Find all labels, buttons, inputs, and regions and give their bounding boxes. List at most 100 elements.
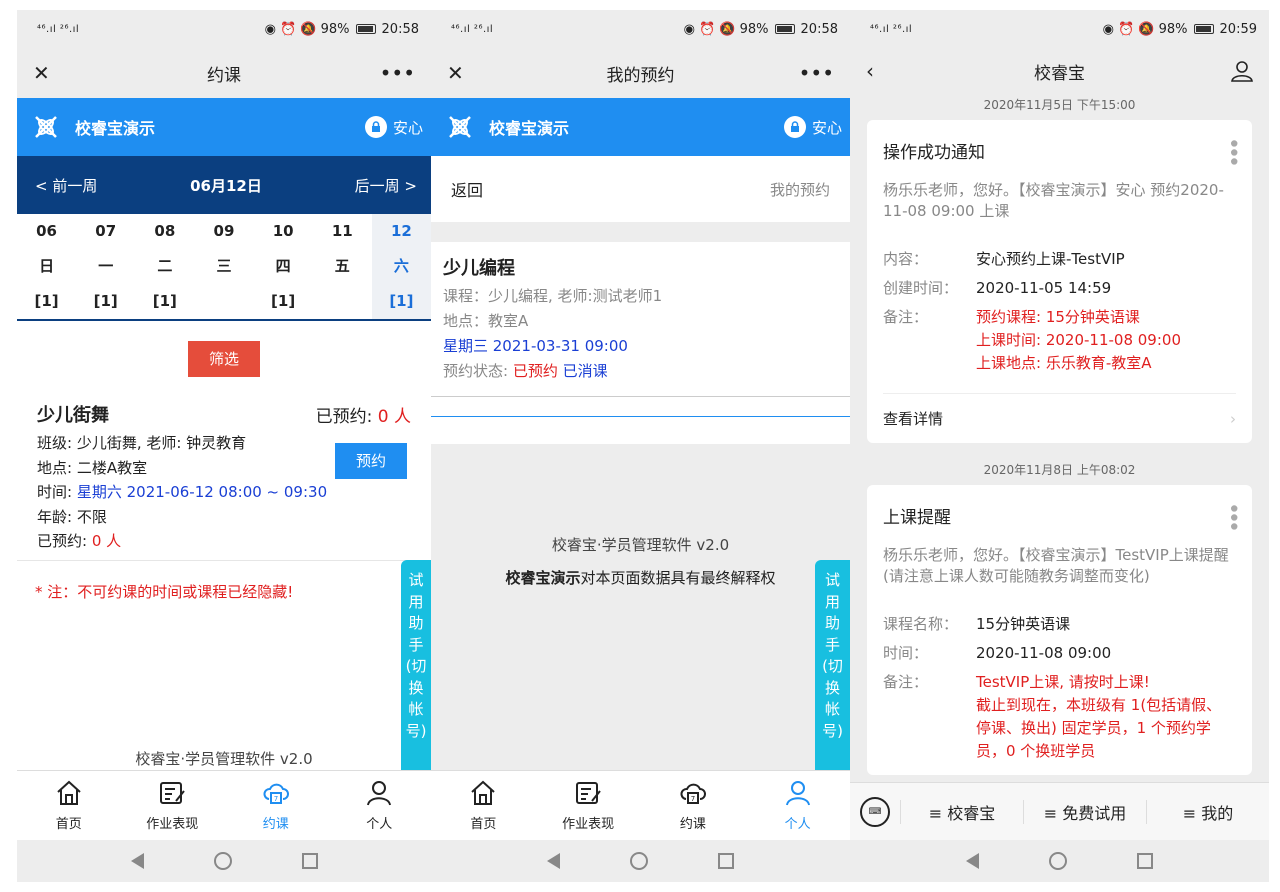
chat-title: 校睿宝 bbox=[1034, 63, 1085, 84]
home-nav-icon[interactable] bbox=[1049, 852, 1067, 870]
back-button[interactable]: 返回 bbox=[451, 177, 483, 201]
recents-icon[interactable] bbox=[718, 853, 734, 869]
view-details-link[interactable]: 查看详情 › bbox=[883, 393, 1236, 443]
day-column[interactable]: 08 二 [1] bbox=[135, 214, 194, 319]
tab-booking[interactable]: 7 约课 bbox=[641, 771, 746, 840]
message-timestamp: 2020年11月8日 上午08:02 bbox=[983, 463, 1136, 477]
next-week-button[interactable]: 后一周 > bbox=[355, 175, 417, 196]
back-icon[interactable] bbox=[547, 853, 560, 869]
tab-booking[interactable]: 7 约课 bbox=[224, 771, 328, 840]
message-timestamp: 2020年11月5日 下午15:00 bbox=[983, 98, 1136, 112]
day-column[interactable]: 10 四 [1] bbox=[254, 214, 313, 319]
recents-icon[interactable] bbox=[301, 853, 318, 869]
logo-icon bbox=[449, 116, 471, 138]
more-icon[interactable]: ••• bbox=[799, 61, 834, 85]
tab-homework[interactable]: 作业表现 bbox=[121, 771, 225, 840]
page-title: 约课 bbox=[207, 65, 241, 86]
battery-percent: 98% bbox=[320, 21, 350, 37]
home-nav-icon[interactable] bbox=[213, 852, 232, 870]
course-datetime: 星期三 2021-03-31 09:00 bbox=[443, 337, 628, 355]
signal-indicator: ⁴⁶.ıl ²⁶.ıl bbox=[870, 23, 913, 35]
status-bar: ⁴⁶.ıl ²⁶.ıl ◉ ⏰ 🔕 98% 20:58 bbox=[431, 10, 850, 48]
current-date: 06月12日 bbox=[190, 176, 262, 195]
homework-icon bbox=[576, 782, 601, 804]
close-icon[interactable]: ✕ bbox=[447, 61, 464, 85]
clock: 20:58 bbox=[800, 21, 838, 37]
battery-icon bbox=[774, 24, 795, 34]
status-icons: ◉ ⏰ 🔕 bbox=[683, 21, 736, 37]
booking-status: 预约状态: 已预约 已消课 bbox=[443, 362, 608, 380]
tab-bar: 首页 作业表现 7 约课 个人 bbox=[431, 770, 850, 840]
back-icon[interactable] bbox=[966, 853, 979, 869]
notification-card[interactable]: 操作成功通知 ••• 杨乐乐老师，您好。【校睿宝演示】安心 预约2020-11-0… bbox=[867, 120, 1252, 443]
book-button[interactable]: 预约 bbox=[335, 443, 407, 479]
wechat-chat-screen: ⁴⁶.ıl ²⁶.ıl ◉ ⏰ 🔕 98% 20:59 ‹ 校睿宝 2020年11月… bbox=[850, 10, 1269, 882]
day-selector: 06 日 [1] 07 一 [1] 08 二 [1] 09 三 10 四 [1] 11 五 12 六[… bbox=[17, 214, 431, 321]
tab-bar: 首页 作业表现 7 约课 个人 bbox=[17, 770, 431, 840]
version-text: 校睿宝·学员管理软件 v2.0 bbox=[551, 536, 730, 554]
brand-bar: 校睿宝演示 安心 bbox=[431, 98, 850, 156]
menu-item[interactable]: ≡ 免费试用 bbox=[1023, 799, 1146, 824]
battery-percent: 98% bbox=[739, 21, 769, 37]
more-vertical-icon[interactable]: ••• bbox=[1220, 137, 1245, 164]
day-column-selected[interactable]: 12 六 [1] bbox=[371, 214, 431, 319]
tab-profile[interactable]: 个人 bbox=[328, 771, 432, 840]
day-column[interactable]: 09 三 bbox=[194, 214, 253, 319]
back-icon[interactable] bbox=[130, 853, 144, 869]
course-age: 年龄: 不限 bbox=[37, 507, 107, 526]
home-icon bbox=[57, 780, 81, 805]
android-nav-bar bbox=[850, 840, 1269, 882]
breadcrumb: 我的预约 bbox=[769, 180, 830, 199]
card-intro: 杨乐乐老师，您好。【校睿宝演示】安心 预约2020-11-08 09:00 上课 bbox=[883, 181, 1224, 220]
user-icon bbox=[367, 781, 392, 806]
chat-menu-bar: ⌨ ≡ 校睿宝 ≡ 免费试用 ≡ 我的 bbox=[850, 782, 1269, 840]
tab-profile[interactable]: 个人 bbox=[745, 771, 850, 840]
cloud-calendar-icon: 7 bbox=[680, 783, 706, 804]
status-bar: ⁴⁶.ıl ²⁶.ıl ◉ ⏰ 🔕 98% 20:58 bbox=[17, 10, 431, 48]
rights-text: 校睿宝演示对本页面数据具有最终解释权 bbox=[505, 569, 776, 587]
recents-icon[interactable] bbox=[1137, 853, 1153, 869]
course-name: 少儿编程 bbox=[443, 258, 515, 279]
brand-name: 校睿宝演示 bbox=[489, 119, 570, 138]
more-vertical-icon[interactable]: ••• bbox=[1220, 502, 1245, 529]
android-nav-bar bbox=[431, 840, 850, 882]
brand-name: 校睿宝演示 bbox=[75, 119, 156, 138]
lock-icon bbox=[783, 116, 806, 138]
tab-homework[interactable]: 作业表现 bbox=[536, 771, 641, 840]
close-icon[interactable]: ✕ bbox=[33, 61, 50, 85]
filter-button[interactable]: 筛选 bbox=[188, 341, 260, 377]
booked-count: 已预约: 0 人 bbox=[315, 406, 411, 427]
day-column[interactable]: 06 日 [1] bbox=[17, 214, 76, 319]
battery-icon bbox=[1193, 24, 1214, 34]
home-nav-icon[interactable] bbox=[630, 852, 648, 870]
android-nav-bar bbox=[17, 840, 431, 882]
more-icon[interactable]: ••• bbox=[380, 61, 415, 85]
menu-item[interactable]: ≡ 校睿宝 bbox=[900, 799, 1023, 824]
lock-icon bbox=[364, 116, 387, 138]
clock: 20:58 bbox=[381, 21, 419, 37]
course-detail: 课程：少儿编程, 老师:测试老师1 bbox=[443, 287, 663, 305]
booking-card[interactable]: 少儿编程 课程：少儿编程, 老师:测试老师1 地点：教室A 星期三 2021-0… bbox=[431, 242, 850, 397]
logo-icon bbox=[35, 116, 57, 138]
course-card: 少儿街舞 已预约: 0 人 班级: 少儿街舞, 老师: 钟灵教育 地点: 二楼A… bbox=[17, 397, 431, 561]
day-column[interactable]: 07 一 [1] bbox=[76, 214, 135, 319]
course-place: 地点：教室A bbox=[443, 312, 529, 330]
prev-week-button[interactable]: < 前一周 bbox=[35, 175, 97, 196]
homework-icon bbox=[160, 782, 186, 804]
back-arrow-icon[interactable]: ‹ bbox=[866, 59, 874, 83]
keyboard-icon[interactable]: ⌨ bbox=[860, 796, 890, 827]
day-column[interactable]: 11 五 bbox=[313, 214, 372, 319]
week-navigator: < 前一周 06月12日 后一周 > bbox=[17, 156, 431, 214]
account-switch[interactable]: 安心 bbox=[783, 116, 842, 138]
menu-item[interactable]: ≡ 我的 bbox=[1146, 799, 1269, 824]
profile-icon[interactable] bbox=[1231, 60, 1253, 82]
card-title: 操作成功通知 bbox=[883, 142, 985, 163]
brand-bar: 校睿宝演示 安心 bbox=[17, 98, 431, 156]
notification-card[interactable]: 上课提醒 ••• 杨乐乐老师，您好。【校睿宝演示】TestVIP上课提醒(请注意上… bbox=[867, 485, 1252, 775]
tab-home[interactable]: 首页 bbox=[17, 771, 121, 840]
account-switch[interactable]: 安心 bbox=[364, 116, 423, 138]
chevron-right-icon: › bbox=[1230, 409, 1236, 428]
card-title: 上课提醒 bbox=[883, 507, 951, 528]
tab-home[interactable]: 首页 bbox=[431, 771, 536, 840]
page-footer: 校睿宝·学员管理软件 v2.0 校睿宝演示对本页面数据具有最终解释权 bbox=[431, 444, 850, 770]
